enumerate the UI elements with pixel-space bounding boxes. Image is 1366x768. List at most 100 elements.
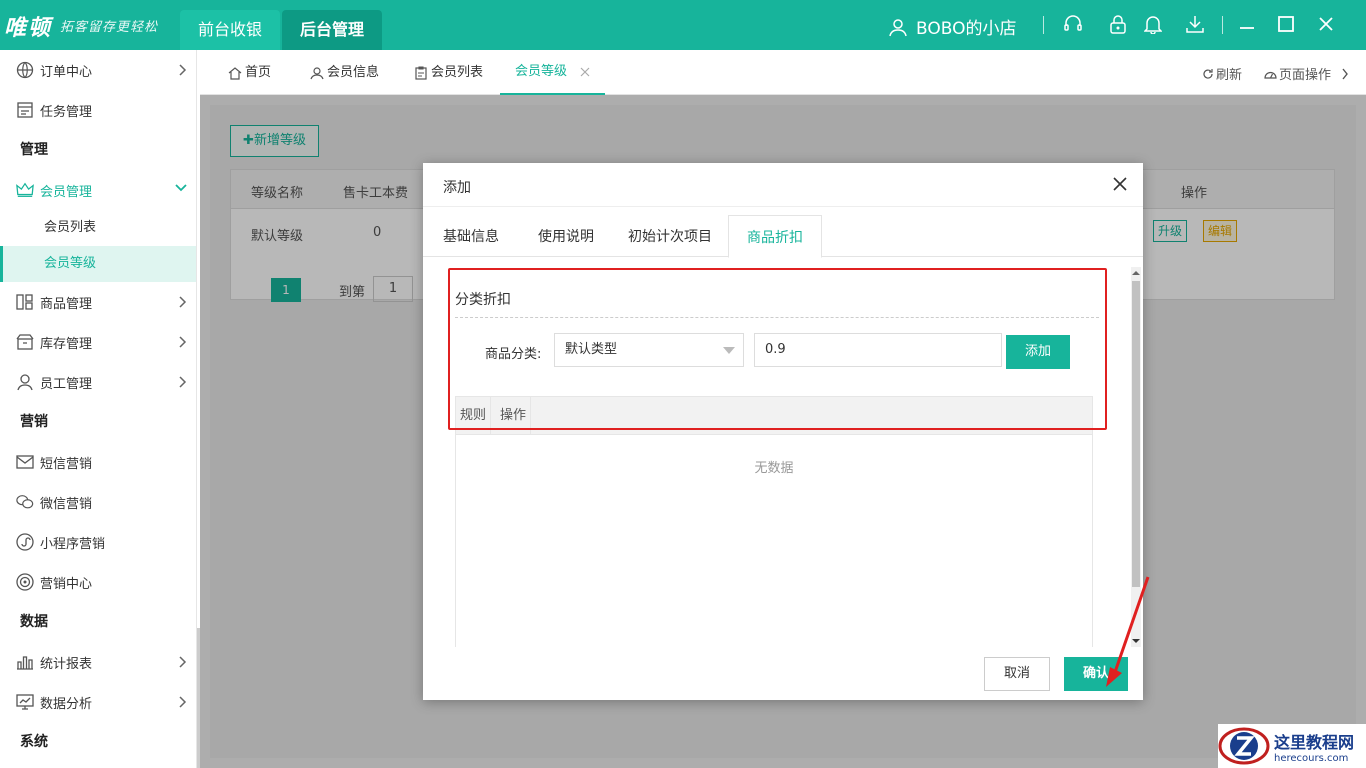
home-icon <box>228 66 242 80</box>
bar-chart-icon <box>16 653 34 671</box>
target-icon <box>16 573 34 591</box>
divider <box>1043 16 1044 34</box>
chevron-right-icon <box>179 296 187 308</box>
box-icon <box>16 333 34 351</box>
sidebar-item-sms[interactable]: 短信营销 <box>0 442 196 482</box>
bell-icon[interactable] <box>1143 14 1163 34</box>
page-ops-label: 页面操作 <box>1279 68 1332 83</box>
sidebar-item-label: 会员管理 <box>40 184 93 200</box>
mail-icon <box>16 453 34 471</box>
sidebar-item-marketing-center[interactable]: 营销中心 <box>0 562 196 602</box>
chevron-right-icon <box>179 64 187 76</box>
watermark-cn: 这里教程网 <box>1274 732 1355 752</box>
goods-icon <box>16 293 34 311</box>
sidebar-item-staff-manage[interactable]: 员工管理 <box>0 362 196 402</box>
chevron-right-icon <box>179 336 187 348</box>
globe-icon <box>16 61 34 79</box>
sidebar-item-label: 员工管理 <box>40 376 93 392</box>
lock-icon[interactable] <box>1108 14 1128 34</box>
tab-label: 会员等级 <box>515 64 568 79</box>
shop-name[interactable]: BOBO的小店 <box>888 14 1017 39</box>
monitor-chart-icon <box>16 693 34 711</box>
close-icon[interactable] <box>580 67 590 77</box>
miniprogram-icon <box>16 533 34 551</box>
chevron-right-icon <box>179 376 187 388</box>
sidebar-subitem-member-list[interactable]: 会员列表 <box>0 210 196 246</box>
highlight-box <box>448 268 1107 430</box>
sidebar-item-label: 任务管理 <box>40 104 93 120</box>
tab-home[interactable]: 首页 <box>228 50 271 95</box>
cancel-button[interactable]: 取消 <box>984 657 1050 691</box>
sidebar-item-data-analysis[interactable]: 数据分析 <box>0 682 196 722</box>
sidebar-item-label: 数据分析 <box>40 696 93 712</box>
sidebar-item-label: 库存管理 <box>40 336 93 352</box>
chevron-right-icon <box>1342 68 1348 79</box>
sidebar-item-wechat[interactable]: 微信营销 <box>0 482 196 522</box>
refresh-label: 刷新 <box>1216 68 1243 83</box>
page-tab-bar: 首页 会员信息 会员列表 会员等级 刷新 页面操作 <box>200 50 1366 95</box>
divider <box>1222 16 1223 34</box>
sidebar-item-stock-manage[interactable]: 库存管理 <box>0 322 196 362</box>
sidebar-group-data: 数据 <box>20 614 48 630</box>
sidebar-item-stats-report[interactable]: 统计报表 <box>0 642 196 682</box>
annotation-arrow <box>1106 576 1150 687</box>
download-icon[interactable] <box>1185 14 1205 34</box>
tab-member-level[interactable]: 会员等级 <box>500 50 606 95</box>
headset-icon[interactable] <box>1063 14 1083 34</box>
app-slogan: 拓客留存更轻松 <box>60 20 159 35</box>
dialog-header: 添加 <box>423 163 1143 207</box>
refresh-icon <box>1203 68 1213 79</box>
sidebar-item-label: 小程序营销 <box>40 536 106 552</box>
sidebar-item-label: 微信营销 <box>40 496 93 512</box>
sidebar-subitem-member-level[interactable]: 会员等级 <box>0 246 196 282</box>
tab-label: 首页 <box>245 65 272 80</box>
discount-table: 规则 操作 无数据 <box>455 396 1093 647</box>
sidebar-item-label: 订单中心 <box>40 64 93 80</box>
tab-usage-notes[interactable]: 使用说明 <box>520 215 612 257</box>
sidebar-item-goods-manage[interactable]: 商品管理 <box>0 282 196 322</box>
tab-basic-info[interactable]: 基础信息 <box>425 215 517 257</box>
tab-front-cashier[interactable]: 前台收银 <box>180 10 281 50</box>
shop-name-text: BOBO的小店 <box>916 19 1017 39</box>
sidebar-group-manage: 管理 <box>20 142 48 158</box>
sidebar-item-label: 统计报表 <box>40 656 93 672</box>
sidebar-item-label: 营销中心 <box>40 576 93 592</box>
top-bar: 唯顿 拓客留存更轻松 前台收银 后台管理 BOBO的小店 <box>0 0 1366 50</box>
refresh-button[interactable]: 刷新 <box>1202 64 1242 83</box>
wechat-icon <box>16 493 34 511</box>
watermark-en: herecours.com <box>1274 752 1349 764</box>
gauge-icon <box>1264 71 1277 79</box>
page-ops-button[interactable]: 页面操作 <box>1264 64 1349 83</box>
sidebar-item-label: 短信营销 <box>40 456 93 472</box>
scroll-up-icon[interactable] <box>1132 269 1140 277</box>
clipboard-icon <box>415 65 427 80</box>
add-dialog: 添加 基础信息 使用说明 初始计次项目 商品折扣 分类折扣 商品分类: 默认类型… <box>423 163 1143 700</box>
chevron-right-icon <box>179 656 187 668</box>
sidebar-item-task-manage[interactable]: 任务管理 <box>0 90 196 130</box>
tab-goods-discount[interactable]: 商品折扣 <box>728 215 822 258</box>
tab-label: 会员列表 <box>431 65 484 80</box>
chevron-right-icon <box>179 696 187 708</box>
sidebar-item-order-center[interactable]: 订单中心 <box>0 50 196 90</box>
tab-member-info[interactable]: 会员信息 <box>310 50 379 95</box>
sidebar-item-member-manage[interactable]: 会员管理 <box>0 170 196 210</box>
tab-back-management[interactable]: 后台管理 <box>282 10 383 50</box>
tab-initial-count-items[interactable]: 初始计次项目 <box>610 215 730 257</box>
chevron-down-icon <box>175 184 187 192</box>
close-icon[interactable] <box>1111 175 1129 193</box>
maximize-icon[interactable] <box>1276 14 1296 34</box>
user-icon <box>310 66 324 79</box>
close-window-icon[interactable] <box>1316 14 1336 34</box>
sidebar-group-system: 系统 <box>20 734 48 750</box>
task-icon <box>16 101 34 119</box>
watermark-logo: 这里教程网 herecours.com <box>1218 724 1366 768</box>
watermark-text: 这里教程网 herecours.com <box>1274 729 1354 764</box>
sidebar: 订单中心 任务管理 管理 会员管理 会员列表 会员等级 商品管理 库存管理 员工… <box>0 50 197 768</box>
sidebar-item-miniprogram[interactable]: 小程序营销 <box>0 522 196 562</box>
scrollbar-thumb[interactable] <box>1132 281 1140 587</box>
empty-state: 无数据 <box>754 461 794 476</box>
minimize-icon[interactable] <box>1237 14 1257 34</box>
dialog-title: 添加 <box>443 180 471 196</box>
person-icon <box>16 373 34 391</box>
tab-member-list[interactable]: 会员列表 <box>414 50 483 95</box>
